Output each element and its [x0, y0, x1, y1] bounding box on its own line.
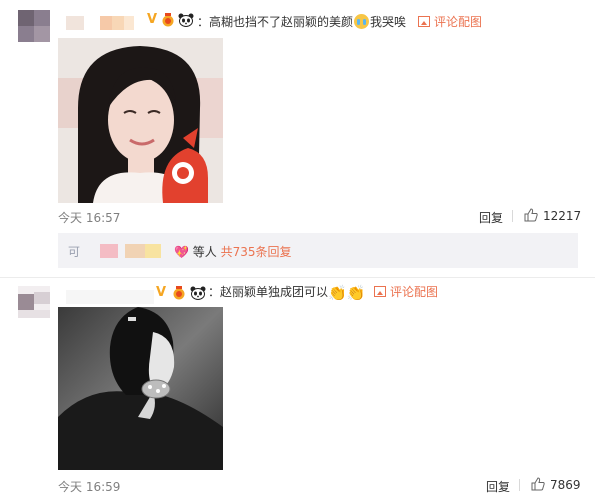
comment-time: 今天 16:57 — [58, 211, 121, 225]
view-replies-link[interactable]: 共735条回复 — [221, 245, 292, 259]
portrait-photo-woman — [58, 38, 223, 203]
image-icon — [418, 16, 430, 27]
clapping-hands-icon: 👏 — [346, 284, 366, 302]
comment-image-link[interactable]: 评论配图 — [374, 283, 438, 300]
like-count: 7869 — [550, 478, 581, 492]
avatar[interactable] — [18, 286, 50, 318]
sub-reply-blurred-names — [82, 244, 173, 258]
username-blurred[interactable] — [66, 290, 154, 304]
comment-body: 赵丽颖单独成团可以 — [220, 285, 329, 299]
comment-time: 今天 16:59 — [58, 480, 121, 494]
fan-medal-icon — [173, 286, 185, 300]
sub-reply-suffix: 等人 — [192, 245, 217, 259]
comment-body-suffix: 我哭唉 — [370, 15, 407, 29]
sub-reply-prefix: 可 — [68, 245, 81, 259]
comment-photo[interactable] — [58, 38, 223, 203]
clapping-hands-icon: 👏 — [328, 284, 347, 302]
username-blurred[interactable] — [66, 16, 134, 30]
comment-text: ：赵丽颖单独成团可以👏👏 — [208, 283, 365, 302]
panda-icon — [190, 286, 206, 300]
verified-v-icon: V — [147, 12, 158, 27]
comment-image-link[interactable]: 评论配图 — [418, 13, 482, 30]
avatar[interactable] — [18, 10, 50, 42]
image-icon — [374, 286, 386, 297]
sub-reply-box[interactable]: 可 💖 等人 共735条回复 — [58, 233, 578, 268]
thumb-up-icon[interactable] — [524, 208, 538, 222]
reply-button[interactable]: 回复 — [479, 209, 503, 226]
heart-icon: 💖 — [174, 245, 189, 259]
fan-medal-icon — [162, 13, 174, 27]
comment-photo[interactable] — [58, 307, 223, 470]
like-count: 12217 — [543, 209, 582, 223]
crying-face-icon — [354, 14, 370, 29]
comment-text: ：高糊也挡不了赵丽颖的美颜 我哭唉 — [197, 13, 406, 30]
comment-2: V ：赵丽颖单独成团可以👏👏 评论配图 今天 16:59 回复 7869 — [0, 278, 595, 499]
reply-button[interactable]: 回复 — [486, 478, 510, 495]
comment-colon: ： — [208, 285, 221, 299]
meta-divider — [519, 479, 520, 491]
verified-v-icon: V — [156, 285, 167, 300]
comment-1: V ：高糊也挡不了赵丽颖的美颜 我哭唉 评论配图 今天 16:57 回复 122… — [0, 0, 595, 240]
comment-image-link-label: 评论配图 — [390, 285, 439, 299]
comment-body: 高糊也挡不了赵丽颖的美颜 — [209, 15, 354, 29]
comment-image-link-label: 评论配图 — [434, 15, 483, 29]
thumb-up-icon[interactable] — [531, 477, 545, 491]
sub-reply-summary: 可 💖 等人 共735条回复 — [68, 243, 292, 260]
bw-portrait-photo-woman — [58, 307, 223, 470]
comment-colon: ： — [197, 15, 210, 29]
meta-divider — [512, 210, 513, 222]
panda-icon — [178, 13, 194, 27]
